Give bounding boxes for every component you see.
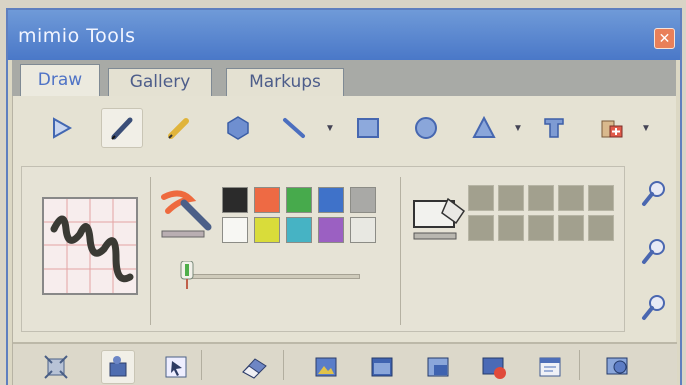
fill-swatch-empty[interactable]	[468, 185, 494, 211]
color-pen-icon	[161, 190, 212, 238]
image-icon	[315, 357, 337, 377]
circle-icon	[415, 117, 437, 139]
calendar-icon	[539, 357, 561, 377]
fill-swatch-empty[interactable]	[498, 185, 524, 211]
fill-swatch-empty[interactable]	[528, 215, 554, 241]
tab-markups[interactable]: Markups	[226, 68, 344, 96]
eraser-button[interactable]	[237, 350, 271, 384]
rectangle-tool-button[interactable]	[347, 108, 389, 148]
line-color-button[interactable]	[160, 185, 220, 238]
color-swatch-orange[interactable]	[254, 187, 280, 213]
stamp-icon	[109, 356, 127, 377]
color-swatch-gray[interactable]	[350, 187, 376, 213]
color-swatch-teal[interactable]	[286, 217, 312, 243]
bottom-toolbar	[13, 342, 677, 385]
fill-swatch-empty[interactable]	[588, 185, 614, 211]
scribble-preview-icon	[44, 199, 136, 293]
screen-icon	[371, 357, 393, 377]
close-icon: ✕	[658, 30, 671, 46]
slider-thumb-icon[interactable]	[178, 261, 196, 291]
color-swatch-white[interactable]	[222, 217, 248, 243]
tab-gallery[interactable]: Gallery	[108, 68, 212, 96]
shape-tool-button[interactable]	[217, 108, 259, 148]
triangle-icon	[472, 115, 496, 138]
shape-dropdown-icon[interactable]: ▼	[513, 123, 523, 134]
line-tool-button[interactable]	[273, 108, 315, 148]
fit-icon	[44, 355, 68, 379]
drawing-toolbar: ▼ ▼ ▼	[13, 96, 677, 156]
select-icon	[53, 117, 73, 139]
screen-button[interactable]	[365, 350, 399, 384]
circle-tool-button[interactable]	[405, 108, 447, 148]
text-tool-button[interactable]	[533, 108, 575, 148]
fill-swatch-empty[interactable]	[498, 215, 524, 241]
color-swatch-yellow[interactable]	[254, 217, 280, 243]
fill-color-button[interactable]	[412, 193, 472, 249]
highlighter-tool-button[interactable]	[157, 108, 199, 148]
tab-draw[interactable]: Draw	[20, 64, 100, 96]
line-icon	[283, 118, 305, 138]
select-window-icon	[165, 356, 187, 378]
separator	[150, 177, 151, 325]
tool-options-area	[21, 166, 625, 332]
pen-icon	[111, 117, 133, 140]
close-button[interactable]: ✕	[654, 28, 675, 49]
window-title: mimio Tools	[18, 25, 136, 47]
color-swatch-black[interactable]	[222, 187, 248, 213]
line-width-slider[interactable]	[172, 261, 372, 289]
record-icon	[482, 357, 506, 379]
fit-button[interactable]	[39, 350, 73, 384]
windowed-icon	[427, 357, 449, 377]
fill-swatch-empty[interactable]	[558, 185, 584, 211]
zoom-reset-button[interactable]	[641, 292, 669, 322]
fill-swatch-empty[interactable]	[528, 185, 554, 211]
zoom-out-icon	[642, 239, 665, 264]
record-button[interactable]	[477, 350, 511, 384]
color-swatch-purple[interactable]	[318, 217, 344, 243]
line-dropdown-icon[interactable]: ▼	[325, 123, 335, 134]
highlighter-icon	[168, 118, 189, 139]
eraser-icon	[242, 358, 267, 379]
text-icon	[544, 118, 564, 138]
shape-icon	[227, 116, 249, 140]
title-bar[interactable]: mimio Tools ✕	[8, 10, 680, 60]
insert-dropdown-icon[interactable]: ▼	[641, 123, 651, 134]
image-button[interactable]	[309, 350, 343, 384]
insert-tool-button[interactable]	[591, 108, 633, 148]
stroke-preview	[42, 197, 138, 295]
pen-tool-button[interactable]	[101, 108, 143, 148]
separator	[579, 350, 580, 380]
draw-panel: ▼ ▼ ▼	[12, 96, 677, 385]
slider-track	[190, 274, 360, 279]
stamp-button[interactable]	[101, 350, 135, 384]
zoom-in-icon	[642, 181, 665, 206]
fill-swatch-empty[interactable]	[588, 215, 614, 241]
select-window-button[interactable]	[159, 350, 193, 384]
insert-icon	[601, 120, 623, 138]
color-swatch-green[interactable]	[286, 187, 312, 213]
color-swatch-transparent[interactable]	[350, 217, 376, 243]
separator	[400, 177, 401, 325]
color-swatch-blue[interactable]	[318, 187, 344, 213]
fill-swatch-empty[interactable]	[558, 215, 584, 241]
separator	[283, 350, 284, 380]
capture-button[interactable]	[601, 350, 635, 384]
select-tool-button[interactable]	[41, 108, 83, 148]
capture-icon	[606, 357, 628, 375]
zoom-in-button[interactable]	[641, 178, 669, 208]
windowed-button[interactable]	[421, 350, 455, 384]
tab-strip: Draw Gallery Markups	[12, 60, 676, 96]
fill-swatch-empty[interactable]	[468, 215, 494, 241]
mimio-tools-window: mimio Tools ✕ Draw Gallery Markups ▼ ▼ ▼	[6, 8, 682, 385]
rectangle-icon	[357, 118, 379, 138]
fill-bucket-icon	[413, 197, 466, 240]
zoom-icon	[642, 295, 665, 320]
separator	[201, 350, 202, 380]
zoom-out-button[interactable]	[641, 236, 669, 266]
calendar-button[interactable]	[533, 350, 567, 384]
triangle-tool-button[interactable]	[463, 108, 505, 148]
